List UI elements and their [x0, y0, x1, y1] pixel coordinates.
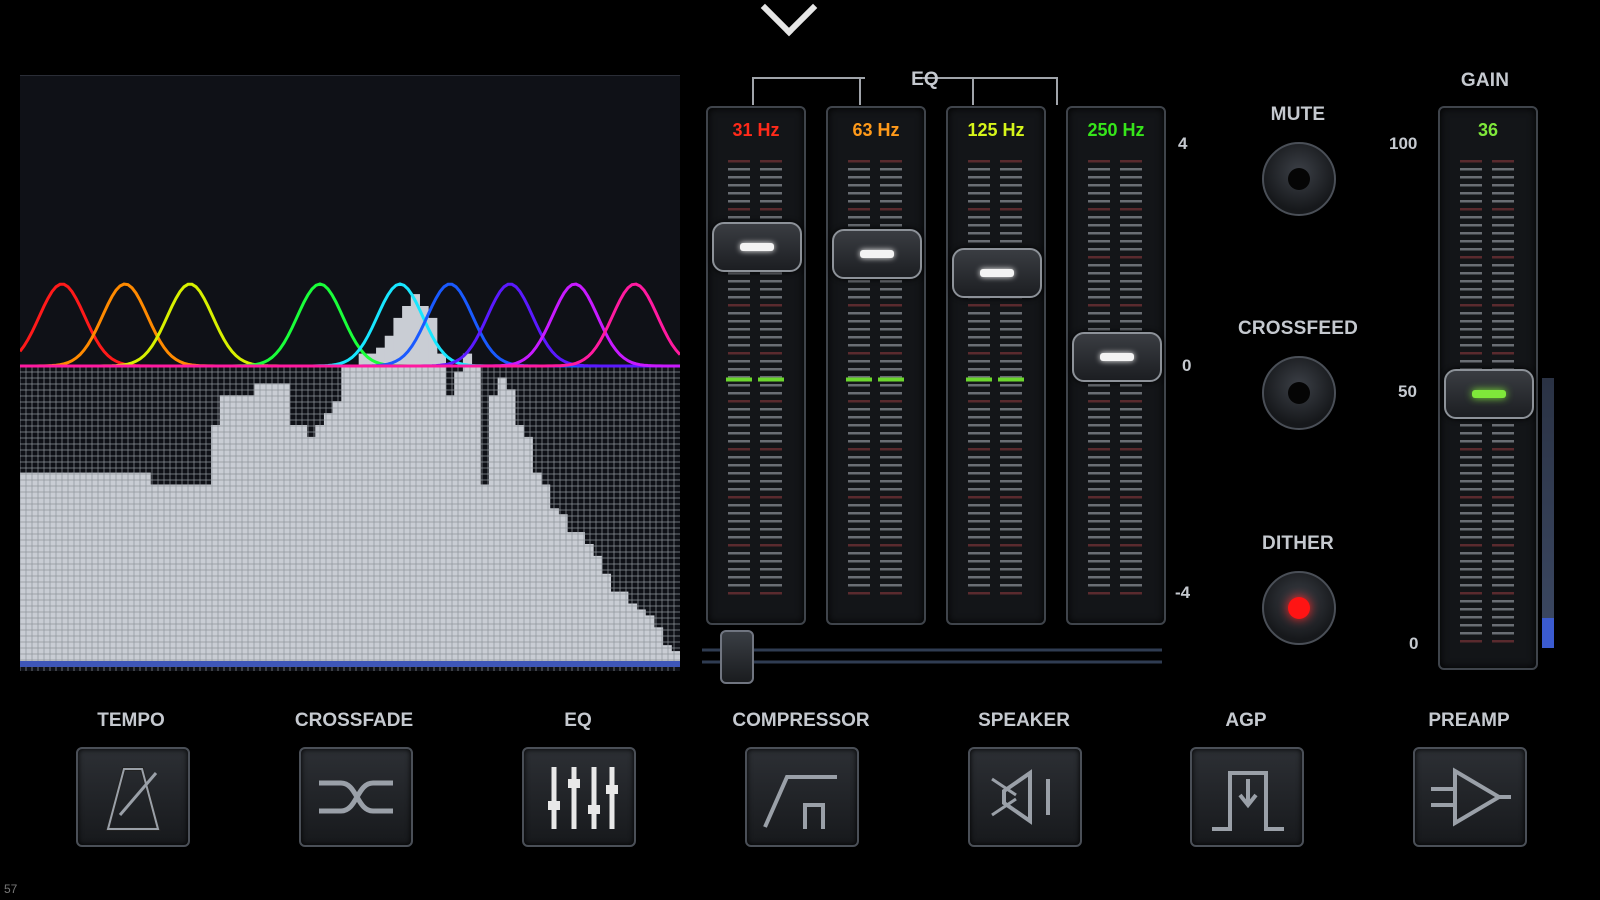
slider-track	[842, 156, 910, 599]
mute-label: MUTE	[1270, 104, 1326, 125]
dither-button[interactable]	[1262, 571, 1336, 645]
dither-indicator	[1288, 597, 1310, 619]
eq-slider-knob[interactable]	[952, 247, 1042, 298]
dither-label: DITHER	[1262, 533, 1334, 554]
crossfade-button[interactable]	[299, 747, 413, 847]
gain-scale-top: 100	[1389, 134, 1418, 153]
status-number: 57	[4, 882, 18, 896]
eq-slider-250hz[interactable]: 250 Hz	[1066, 106, 1166, 625]
eq-slider-31hz[interactable]: 31 Hz	[706, 106, 806, 625]
eq-slider-knob[interactable]	[1072, 332, 1162, 383]
shuffle-icon	[319, 780, 393, 814]
compressor-button[interactable]	[745, 747, 859, 847]
speaker-icon	[991, 769, 1050, 825]
eq-scale-bottom: -4	[1175, 583, 1191, 602]
eq-band-label: 31 Hz	[732, 120, 780, 140]
eq-scroll-handle[interactable]	[720, 630, 754, 684]
gain-scale-bottom: 0	[1409, 634, 1419, 653]
eq-slider-knob[interactable]	[832, 229, 922, 280]
eq-scale-top: 4	[1178, 134, 1188, 153]
gain-scale-mid: 50	[1398, 382, 1417, 401]
amplifier-icon	[1431, 767, 1511, 827]
gain-title: GAIN	[1460, 70, 1510, 91]
preamp-label: PREAMP	[1428, 710, 1510, 731]
gain-level-fill	[1542, 618, 1554, 648]
crossfeed-button[interactable]	[1262, 356, 1336, 430]
agp-button[interactable]	[1190, 747, 1304, 847]
eq-band-label: 63 Hz	[852, 120, 900, 140]
gate-icon	[1212, 771, 1284, 831]
gain-value: 36	[1477, 120, 1499, 140]
eq-band-label: 125 Hz	[967, 120, 1025, 140]
tempo-button[interactable]	[76, 747, 190, 847]
crossfade-label: CROSSFADE	[294, 710, 414, 731]
crossfeed-label: CROSSFEED	[1237, 318, 1359, 339]
eq-scroll-track[interactable]	[700, 628, 1166, 678]
gain-slider-knob[interactable]	[1444, 369, 1534, 420]
mute-indicator	[1288, 168, 1310, 190]
agp-label: AGP	[1225, 710, 1267, 731]
eq-title: EQ	[911, 69, 939, 90]
metronome-icon	[105, 767, 161, 831]
speaker-label: SPEAKER	[978, 710, 1070, 731]
compressor-label: COMPRESSOR	[732, 710, 870, 731]
equalizer-sliders-icon	[548, 767, 618, 829]
tempo-label: TEMPO	[97, 710, 165, 731]
gain-slider[interactable]: 36	[1438, 106, 1538, 670]
eq-scale-mid: 0	[1182, 356, 1192, 375]
eq-button[interactable]	[522, 747, 636, 847]
spectrum-graph	[20, 282, 680, 671]
preamp-button[interactable]	[1413, 747, 1527, 847]
speaker-button[interactable]	[968, 747, 1082, 847]
eq-band-label: 250 Hz	[1087, 120, 1145, 140]
slider-track	[962, 156, 1030, 599]
collapse-chevron-icon[interactable]	[760, 0, 818, 37]
mute-button[interactable]	[1262, 142, 1336, 216]
eq-slider-knob[interactable]	[712, 222, 802, 273]
eq-slider-125hz[interactable]: 125 Hz	[946, 106, 1046, 625]
spectrum-analyzer	[20, 75, 680, 671]
eq-label: EQ	[564, 710, 592, 731]
compressor-curve-icon	[763, 775, 837, 829]
gain-level-meter	[1542, 378, 1554, 648]
crossfeed-indicator	[1288, 382, 1310, 404]
eq-slider-63hz[interactable]: 63 Hz	[826, 106, 926, 625]
